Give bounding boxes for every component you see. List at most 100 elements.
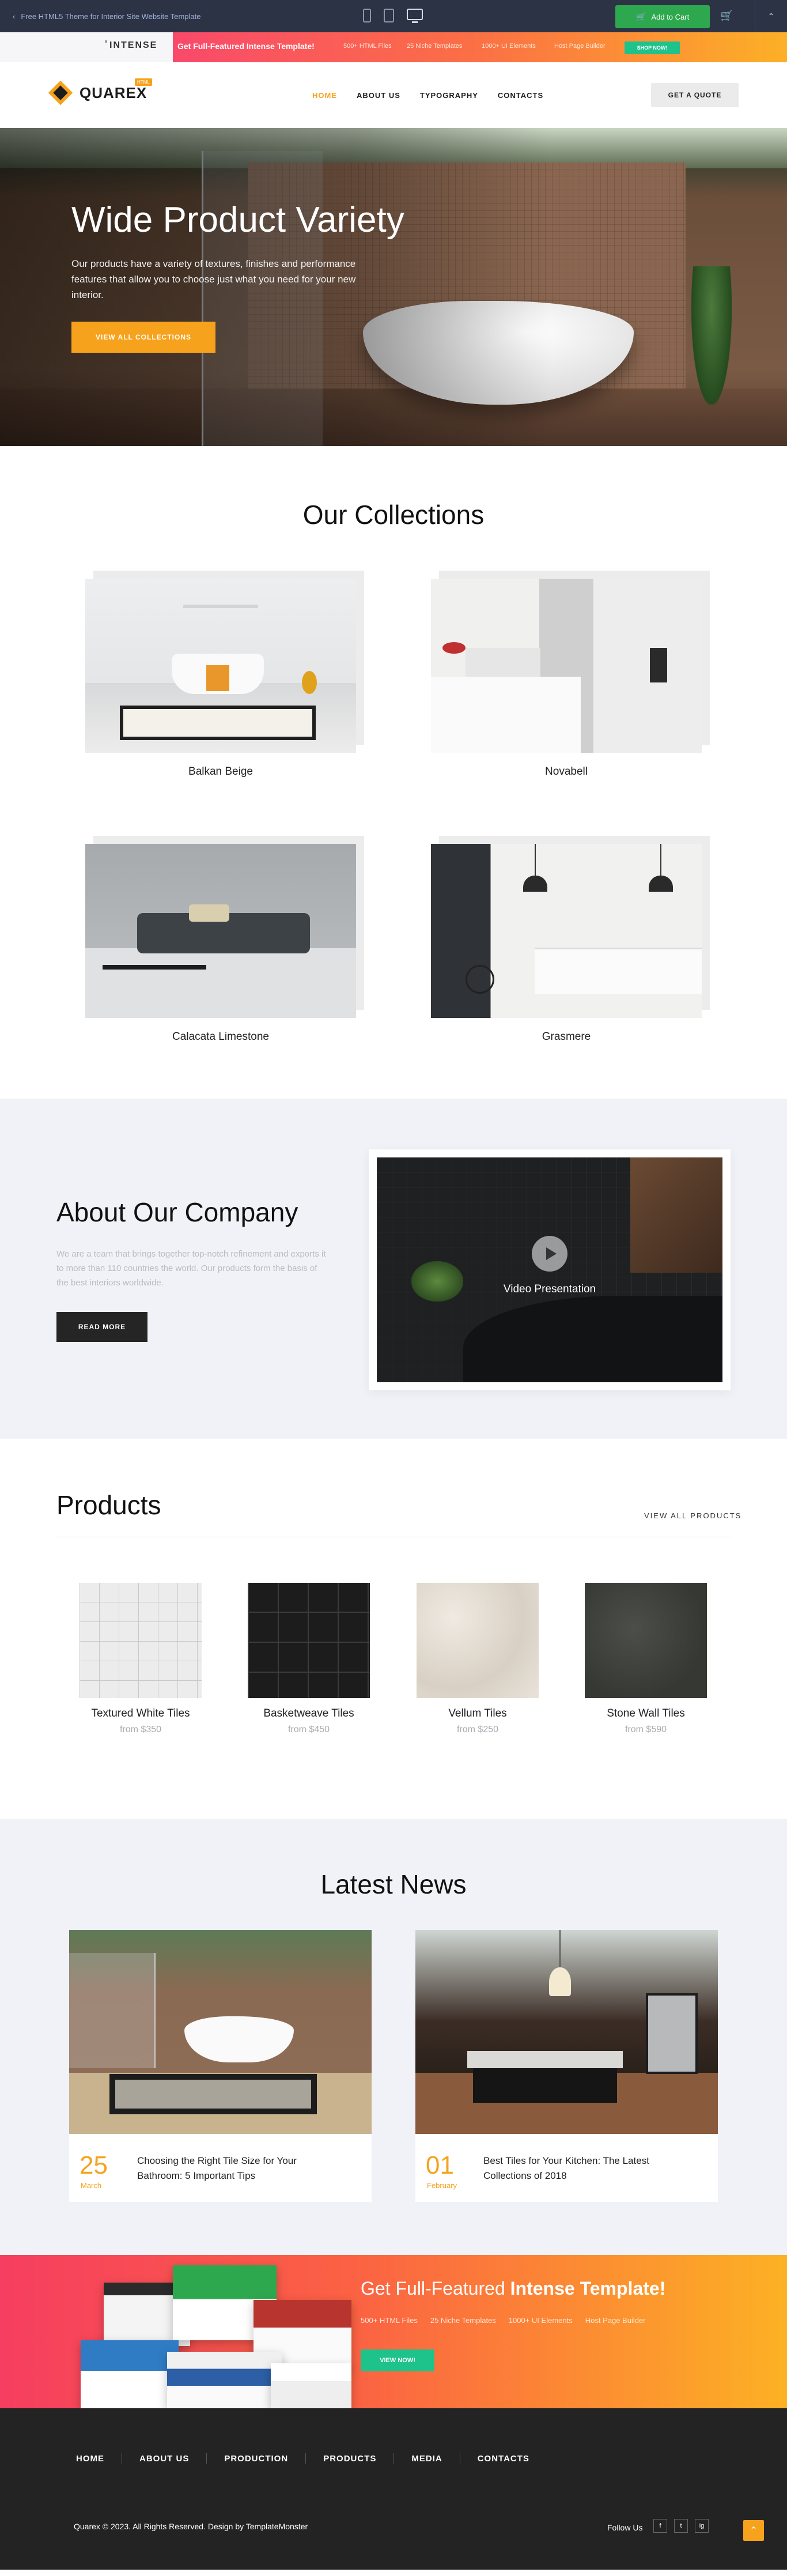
about-text: We are a team that brings together top-n… bbox=[56, 1249, 326, 1288]
footer-nav-media[interactable]: MEDIA bbox=[411, 2454, 442, 2464]
phone-view-icon[interactable] bbox=[363, 9, 371, 22]
chevron-left-icon[interactable]: ‹ bbox=[13, 12, 15, 21]
scroll-to-top-button[interactable]: ⌃ bbox=[743, 2520, 764, 2541]
nav-home[interactable]: HOME bbox=[312, 91, 337, 100]
footer-nav-products[interactable]: PRODUCTS bbox=[323, 2454, 376, 2464]
hero-title: Wide Product Variety bbox=[71, 200, 404, 240]
shop-now-button[interactable]: SHOP NOW! bbox=[625, 42, 680, 54]
add-to-cart-button[interactable]: 🛒 Add to Cart bbox=[615, 5, 710, 28]
chevron-up-icon: ⌃ bbox=[767, 11, 775, 21]
promo-feature: 1000+ UI Elements bbox=[482, 43, 536, 50]
collection-name: Grasmere bbox=[542, 1031, 591, 1043]
collection-card[interactable]: Novabell bbox=[431, 579, 702, 778]
main-nav: HOME ABOUT US TYPOGRAPHY CONTACTS bbox=[312, 91, 543, 100]
view-now-button[interactable]: VIEW NOW! bbox=[361, 2349, 434, 2371]
facebook-icon[interactable]: f bbox=[653, 2519, 667, 2533]
product-card[interactable]: Stone Wall Tiles from $590 bbox=[585, 1583, 707, 1735]
chevron-up-icon: ⌃ bbox=[750, 2526, 758, 2536]
back-link[interactable]: Free HTML5 Theme for Interior Site Websi… bbox=[21, 12, 200, 21]
post-title-link[interactable]: Choosing the Right Tile Size for Your Ba… bbox=[137, 2153, 345, 2184]
banner-feature: 1000+ UI Elements bbox=[508, 2316, 573, 2325]
post-month: February bbox=[427, 2181, 457, 2190]
template-screenshots bbox=[81, 2265, 351, 2408]
collection-image bbox=[431, 579, 702, 753]
instagram-icon[interactable]: ig bbox=[695, 2519, 709, 2533]
nav-contacts[interactable]: CONTACTS bbox=[498, 91, 543, 100]
banner-feature: 500+ HTML Files bbox=[361, 2316, 418, 2325]
promo-strip[interactable]: INTENSE Get Full-Featured Intense Templa… bbox=[0, 32, 787, 62]
product-card[interactable]: Textured White Tiles from $350 bbox=[80, 1583, 202, 1735]
news-image bbox=[69, 1930, 372, 2134]
post-month: March bbox=[81, 2181, 102, 2190]
get-a-quote-button[interactable]: GET A QUOTE bbox=[651, 83, 739, 107]
banner-feature: 25 Niche Templates bbox=[430, 2316, 496, 2325]
nav-about-us[interactable]: ABOUT US bbox=[357, 91, 400, 100]
products-section: Products VIEW ALL PRODUCTS Textured Whit… bbox=[0, 1439, 787, 1819]
shopping-cart-icon[interactable]: 🛒 bbox=[720, 10, 733, 22]
collection-card[interactable]: Grasmere bbox=[431, 844, 702, 1043]
view-all-products-link[interactable]: VIEW ALL PRODUCTS bbox=[644, 1511, 741, 1520]
news-card[interactable]: 25 March Choosing the Right Tile Size fo… bbox=[69, 1930, 372, 2202]
logo-text: QUAREX bbox=[80, 84, 147, 101]
twitter-icon[interactable]: t bbox=[674, 2519, 688, 2533]
collection-name: Calacata Limestone bbox=[172, 1031, 269, 1043]
collections-section: Our Collections Balkan Beige Novabell Ca… bbox=[0, 446, 787, 1099]
tablet-view-icon[interactable] bbox=[384, 9, 394, 22]
desktop-view-icon[interactable] bbox=[407, 9, 423, 23]
product-name: Basketweave Tiles bbox=[263, 1707, 354, 1719]
news-title: Latest News bbox=[320, 1869, 467, 1899]
copyright-text: Quarex © 2023. All Rights Reserved. Desi… bbox=[74, 2522, 308, 2531]
site-header: QUAREX HTML HOME ABOUT US TYPOGRAPHY CON… bbox=[0, 62, 787, 128]
banner-title: Get Full-Featured Intense Template! bbox=[361, 2278, 666, 2299]
logo-badge: HTML bbox=[135, 78, 152, 86]
promo-feature: 500+ HTML Files bbox=[343, 43, 392, 50]
intense-promo-banner[interactable]: Get Full-Featured Intense Template! 500+… bbox=[0, 2255, 787, 2408]
promo-headline: Get Full-Featured Intense Template! bbox=[177, 42, 315, 51]
play-icon[interactable] bbox=[532, 1236, 567, 1272]
collection-name: Balkan Beige bbox=[188, 765, 253, 778]
news-section: Latest News 25 March Choosing the Right … bbox=[0, 1819, 787, 2255]
post-title-link[interactable]: Best Tiles for Your Kitchen: The Latest … bbox=[483, 2153, 691, 2184]
video-thumbnail: Video Presentation bbox=[377, 1157, 722, 1382]
product-image bbox=[80, 1583, 202, 1698]
product-card[interactable]: Basketweave Tiles from $450 bbox=[248, 1583, 370, 1735]
product-name: Textured White Tiles bbox=[91, 1707, 190, 1719]
top-utility-bar: ‹ Free HTML5 Theme for Interior Site Web… bbox=[0, 0, 787, 32]
news-image bbox=[415, 1930, 718, 2134]
about-title: About Our Company bbox=[56, 1197, 298, 1227]
footer-nav-production[interactable]: PRODUCTION bbox=[224, 2454, 288, 2464]
read-more-button[interactable]: READ MORE bbox=[56, 1312, 147, 1342]
hero-text: Our products have a variety of textures,… bbox=[71, 258, 356, 301]
footer-nav: HOME ABOUT US PRODUCTION PRODUCTS MEDIA … bbox=[76, 2453, 529, 2464]
nav-typography[interactable]: TYPOGRAPHY bbox=[420, 91, 478, 100]
post-day: 25 bbox=[80, 2151, 108, 2179]
collection-card[interactable]: Balkan Beige bbox=[85, 579, 356, 778]
collection-card[interactable]: Calacata Limestone bbox=[85, 844, 356, 1043]
news-card[interactable]: 01 February Best Tiles for Your Kitchen:… bbox=[415, 1930, 718, 2202]
banner-feature: Host Page Builder bbox=[585, 2316, 646, 2325]
banner-features: 500+ HTML Files 25 Niche Templates 1000+… bbox=[361, 2316, 646, 2325]
collection-image bbox=[431, 844, 702, 1018]
post-day: 01 bbox=[426, 2151, 454, 2179]
product-name: Stone Wall Tiles bbox=[607, 1707, 685, 1719]
video-label: Video Presentation bbox=[503, 1283, 596, 1295]
site-footer: HOME ABOUT US PRODUCTION PRODUCTS MEDIA … bbox=[0, 2408, 787, 2570]
footer-nav-about-us[interactable]: ABOUT US bbox=[139, 2454, 189, 2464]
product-price: from $590 bbox=[625, 1725, 667, 1734]
footer-nav-contacts[interactable]: CONTACTS bbox=[478, 2454, 529, 2464]
device-switcher bbox=[363, 9, 423, 23]
promo-feature: Host Page Builder bbox=[554, 43, 606, 50]
collapse-bar-button[interactable]: ⌃ bbox=[755, 0, 787, 32]
product-image bbox=[248, 1583, 370, 1698]
add-to-cart-label: Add to Cart bbox=[651, 12, 690, 21]
product-card[interactable]: Vellum Tiles from $250 bbox=[417, 1583, 539, 1735]
collection-image bbox=[85, 844, 356, 1018]
product-image bbox=[585, 1583, 707, 1698]
collection-image bbox=[85, 579, 356, 753]
footer-nav-home[interactable]: HOME bbox=[76, 2454, 104, 2464]
logo[interactable]: QUAREX HTML bbox=[47, 78, 152, 106]
video-presentation[interactable]: Video Presentation bbox=[369, 1149, 731, 1390]
collections-title: Our Collections bbox=[302, 500, 485, 530]
product-name: Vellum Tiles bbox=[448, 1707, 507, 1719]
view-all-collections-button[interactable]: VIEW ALL COLLECTIONS bbox=[71, 322, 215, 353]
